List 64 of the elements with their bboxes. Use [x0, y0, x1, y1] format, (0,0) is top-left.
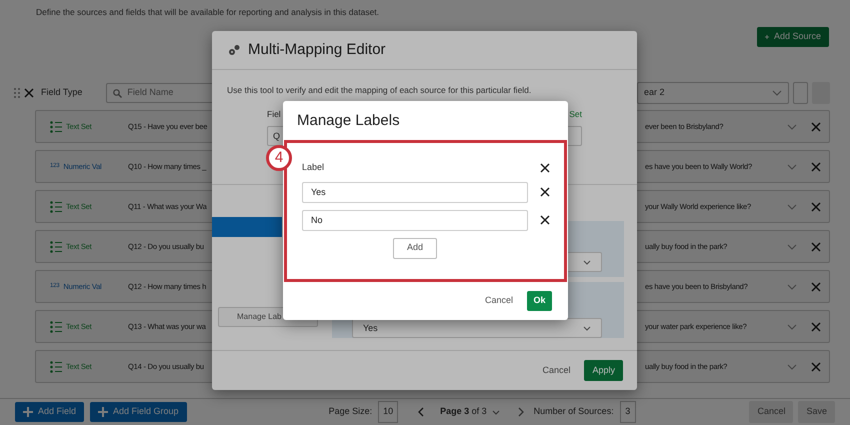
field-type-label: Set — [569, 108, 582, 120]
field-label: Fiel — [267, 108, 281, 120]
chevron-down-icon — [583, 260, 591, 265]
column-header: Label — [302, 161, 324, 174]
close-icon[interactable] — [811, 322, 821, 332]
label-input[interactable]: Yes — [302, 182, 528, 202]
list-icon — [50, 360, 62, 372]
plus-icon — [23, 407, 33, 417]
modal-title: Multi-Mapping Editor — [248, 41, 386, 59]
add-field-group-button[interactable]: Add Field Group — [90, 402, 187, 422]
close-icon[interactable] — [811, 122, 821, 132]
close-icon[interactable] — [811, 242, 821, 252]
chevron-down-icon[interactable] — [787, 244, 797, 250]
list-icon — [50, 200, 62, 212]
close-icon — [540, 162, 550, 173]
plus-icon — [765, 32, 769, 42]
cancel-button[interactable]: Cancel — [542, 364, 570, 378]
close-icon — [540, 215, 550, 225]
page-size-field[interactable]: 10 — [378, 401, 398, 423]
chevron-down-icon[interactable] — [787, 164, 797, 170]
chevron-down-icon[interactable] — [787, 124, 797, 130]
close-icon[interactable] — [811, 282, 821, 292]
mapping-dropdown[interactable]: Yes — [352, 318, 602, 338]
sources-count-label: Number of Sources: — [534, 405, 614, 418]
close-icon — [540, 187, 550, 197]
list-icon — [50, 120, 62, 132]
modal-title: Manage Labels — [297, 112, 400, 130]
label-input[interactable]: No — [302, 210, 528, 230]
ok-button[interactable]: Ok — [527, 291, 552, 311]
cancel-button[interactable]: Cancel — [484, 294, 513, 308]
page-size-label: Page Size: — [328, 405, 372, 418]
remove-button[interactable] — [540, 187, 550, 197]
add-source-button[interactable]: Add Source — [757, 27, 829, 47]
modal-description: Use this tool to verify and edit the mapping of each source for this particular field. — [227, 84, 532, 97]
close-icon[interactable] — [811, 362, 821, 372]
gears-icon — [228, 44, 240, 56]
next-page-icon[interactable] — [518, 407, 524, 417]
close-icon[interactable] — [811, 202, 821, 212]
close-icon[interactable] — [811, 162, 821, 172]
apply-button[interactable]: Apply — [584, 360, 623, 381]
page-description: Define the sources and fields that will be available for reporting and analysis in this dataset. — [36, 6, 380, 19]
close-button[interactable] — [540, 162, 550, 173]
chevron-down-icon[interactable] — [787, 324, 797, 330]
close-icon[interactable] — [24, 88, 34, 98]
plus-icon — [98, 407, 108, 417]
list-icon — [50, 320, 62, 332]
drag-handle-icon[interactable] — [14, 88, 20, 98]
chevron-down-icon[interactable] — [787, 364, 797, 370]
previous-page-icon[interactable] — [418, 407, 424, 417]
column-header: Field Type — [41, 86, 82, 100]
add-button[interactable]: Add — [393, 238, 437, 258]
sources-count-field[interactable]: 3 — [620, 401, 636, 423]
list-icon — [50, 240, 62, 252]
chevron-down-icon[interactable] — [787, 204, 797, 210]
chevron-down-icon — [492, 410, 500, 414]
page-dropdown[interactable]: Page 3 of 3 — [440, 405, 487, 419]
chevron-down-icon — [583, 326, 591, 331]
search-icon — [113, 88, 122, 98]
source-dropdown[interactable]: ear 2 — [637, 82, 789, 104]
chevron-down-icon — [772, 90, 782, 96]
chevron-down-icon[interactable] — [787, 284, 797, 290]
add-field-button[interactable]: Add Field — [15, 402, 84, 422]
remove-button[interactable] — [540, 215, 550, 225]
selected-source-item[interactable] — [212, 217, 282, 238]
